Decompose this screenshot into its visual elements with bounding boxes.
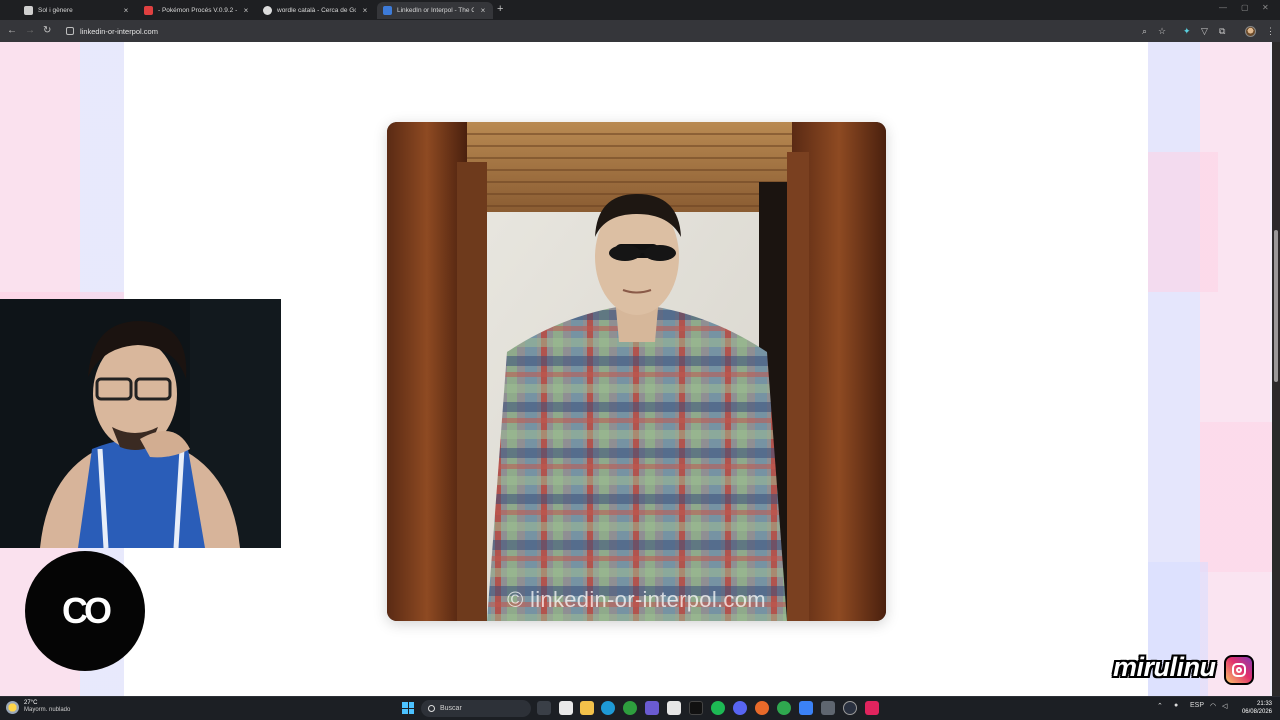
chrome-icon[interactable] — [777, 701, 791, 715]
teams-icon[interactable] — [645, 701, 659, 715]
zoom-icon[interactable]: ⌕ — [1142, 26, 1147, 36]
close-tab-icon[interactable]: × — [361, 6, 369, 15]
volume-icon[interactable]: ◁ — [1222, 702, 1227, 710]
steam-icon[interactable] — [843, 701, 857, 715]
xbox-icon[interactable] — [623, 701, 637, 715]
search-placeholder: Buscar — [440, 705, 462, 712]
suspect-photo: © linkedin-or-interpol.com — [387, 122, 886, 621]
tiktok-red-icon[interactable] — [865, 701, 879, 715]
streamer-badge: CO — [25, 551, 145, 671]
tab-favicon-icon — [24, 6, 33, 15]
instagram-icon — [1224, 655, 1254, 685]
game-card-top — [124, 42, 1148, 64]
webcam-image — [0, 299, 281, 548]
site-info-icon[interactable] — [66, 27, 74, 35]
tab-title: wordle català - Cerca de Googl — [277, 7, 356, 14]
reload-icon[interactable]: ↻ — [43, 25, 51, 37]
taskbar-search[interactable]: Buscar — [421, 700, 531, 717]
tab-pokemon-proces[interactable]: - Pokémon Procés V.0.9.2 - Atu × — [138, 2, 256, 19]
minimize-icon[interactable]: — — [1219, 3, 1227, 12]
search-icon — [428, 705, 435, 712]
webcam-overlay — [0, 299, 281, 548]
streamer-brand-text: mirulinu — [1113, 652, 1216, 682]
background-tile — [1200, 422, 1272, 572]
address-text: linkedin-or-interpol.com — [80, 26, 158, 36]
tray-chevron-icon[interactable]: ⌃ — [1157, 702, 1163, 710]
weather-icon — [6, 700, 19, 714]
windows-taskbar: 27°C Mayorm. nublado Buscar ⌃ ● ESP ◠ ◁ … — [0, 696, 1280, 720]
browser-menu-icon[interactable]: ⋮ — [1266, 26, 1275, 36]
notepad-icon[interactable] — [667, 701, 681, 715]
tab-sol-i-genere[interactable]: Sol i gènere × — [18, 2, 136, 19]
filter-extension-icon[interactable]: ▽ — [1201, 26, 1208, 36]
forward-icon[interactable]: → — [25, 25, 35, 37]
new-tab-icon[interactable]: + — [497, 3, 503, 15]
weather-temp: 27°C — [24, 700, 38, 706]
language-indicator[interactable]: ESP — [1190, 702, 1204, 709]
extensions-icon[interactable]: ⧉ — [1219, 26, 1225, 36]
calculator-icon[interactable] — [821, 701, 835, 715]
tab-strip: Sol i gènere × - Pokémon Procés V.0.9.2 … — [0, 0, 1280, 20]
tab-title: - Pokémon Procés V.0.9.2 - Atu — [158, 7, 237, 14]
google-favicon-icon — [263, 6, 272, 15]
translate-extension-icon[interactable]: ✦ — [1183, 26, 1191, 36]
maximize-icon[interactable]: ▢ — [1241, 3, 1249, 12]
back-icon[interactable]: ← — [7, 25, 17, 37]
background-tile — [1148, 152, 1218, 292]
spotify-icon[interactable] — [711, 701, 725, 715]
tab-favicon-icon — [144, 6, 153, 15]
bookmark-star-icon[interactable]: ☆ — [1158, 26, 1166, 36]
tab-wordle-catala[interactable]: wordle català - Cerca de Googl × — [257, 2, 375, 19]
wifi-icon[interactable]: ◠ — [1210, 702, 1216, 710]
close-tab-icon[interactable]: × — [479, 6, 487, 15]
firefox-icon[interactable] — [755, 701, 769, 715]
system-clock[interactable]: 21:33 06/08/2026 — [1236, 700, 1272, 716]
tab-linkedin-or-interpol[interactable]: LinkedIn or Interpol - The Gam × — [377, 2, 493, 19]
clock-date: 06/08/2026 — [1241, 709, 1272, 715]
task-view-icon[interactable] — [537, 701, 551, 715]
edge-icon[interactable] — [601, 701, 615, 715]
windows-start-icon[interactable] — [402, 702, 414, 714]
docs-icon[interactable] — [799, 701, 813, 715]
weather-desc: Mayorm. nublado — [24, 707, 71, 713]
mic-icon[interactable]: ● — [1174, 702, 1178, 709]
browser-toolbar: ← → ↻ linkedin-or-interpol.com ⌕ ☆ ✦ ▽ ⧉… — [0, 20, 1280, 42]
clock-time: 21:33 — [1256, 701, 1272, 707]
scrollbar-thumb[interactable] — [1274, 230, 1278, 382]
tab-favicon-icon — [383, 6, 392, 15]
tab-title: Sol i gènere — [38, 7, 73, 14]
address-bar[interactable]: linkedin-or-interpol.com — [62, 23, 1172, 39]
profile-avatar[interactable] — [1245, 26, 1256, 37]
weather-widget[interactable]: 27°C Mayorm. nublado — [6, 700, 70, 714]
photo-watermark: © linkedin-or-interpol.com — [507, 587, 766, 612]
discord-icon[interactable] — [733, 701, 747, 715]
notes-icon[interactable] — [559, 701, 573, 715]
close-window-icon[interactable]: ✕ — [1262, 3, 1269, 12]
close-tab-icon[interactable]: × — [242, 6, 250, 15]
suspect-photo-image — [387, 122, 886, 621]
close-tab-icon[interactable]: × — [122, 6, 130, 15]
tab-title: LinkedIn or Interpol - The Gam — [397, 7, 474, 14]
file-explorer-icon[interactable] — [580, 701, 594, 715]
tiktok-icon[interactable] — [689, 701, 703, 715]
